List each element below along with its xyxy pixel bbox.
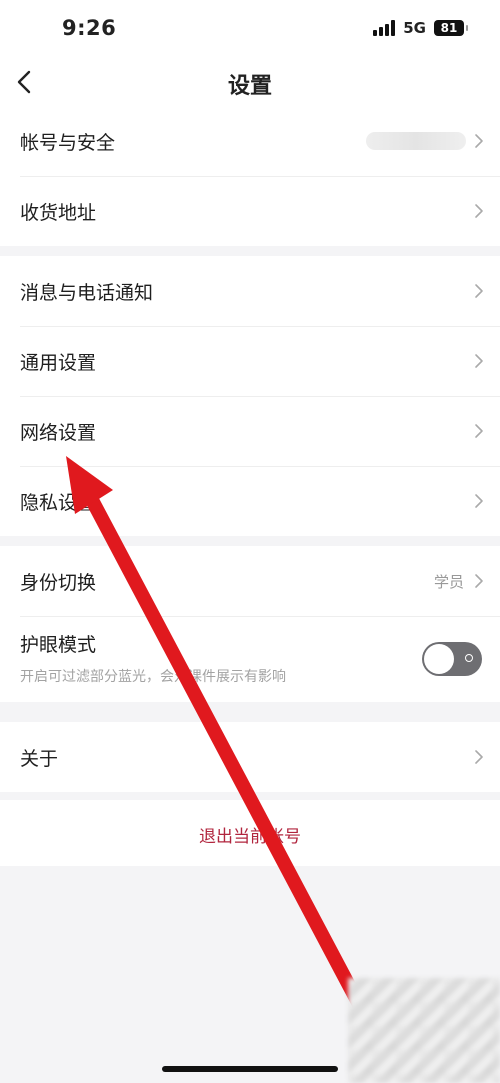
- settings-row-eye-protection: 护眼模式 开启可过滤部分蓝光，会对课件展示有影响: [0, 616, 500, 702]
- status-indicators: 5G 81: [373, 19, 468, 37]
- status-time: 9:26: [62, 16, 117, 40]
- settings-row-shipping-address[interactable]: 收货地址: [0, 176, 500, 246]
- account-value-redacted: [366, 132, 466, 150]
- toggle-knob: [424, 644, 454, 674]
- battery-icon: 81: [434, 20, 468, 36]
- toggle-off-icon: [465, 654, 473, 662]
- settings-row-account-security[interactable]: 帐号与安全: [0, 106, 500, 176]
- chevron-right-icon: [475, 494, 483, 508]
- page-title: 设置: [227, 74, 272, 99]
- row-label: 帐号与安全: [20, 132, 116, 154]
- nav-bar: 设置: [0, 58, 500, 106]
- eye-protection-toggle[interactable]: [422, 642, 482, 676]
- row-subtitle: 开启可过滤部分蓝光，会对课件展示有影响: [20, 669, 286, 685]
- settings-group-general: 消息与电话通知 通用设置 网络设置 隐私设置: [0, 256, 500, 536]
- settings-row-privacy-settings[interactable]: 隐私设置: [0, 466, 500, 536]
- settings-group-identity: 身份切换 学员 护眼模式 开启可过滤部分蓝光，会对课件展示有影响: [0, 546, 500, 702]
- settings-group-account: 帐号与安全 收货地址: [0, 106, 500, 246]
- row-label: 护眼模式: [20, 634, 97, 656]
- chevron-right-icon: [475, 424, 483, 438]
- chevron-right-icon: [475, 204, 483, 218]
- settings-row-network-settings[interactable]: 网络设置: [0, 396, 500, 466]
- settings-row-about[interactable]: 关于: [0, 722, 500, 792]
- row-label: 消息与电话通知: [20, 282, 154, 304]
- row-label: 身份切换: [20, 572, 97, 594]
- chevron-right-icon: [475, 284, 483, 298]
- row-label: 关于: [20, 748, 59, 770]
- network-type: 5G: [403, 19, 426, 37]
- settings-row-identity-switch[interactable]: 身份切换 学员: [0, 546, 500, 616]
- home-indicator: [162, 1066, 338, 1072]
- settings-group-about: 关于: [0, 722, 500, 792]
- row-label: 通用设置: [20, 352, 97, 374]
- settings-row-general-settings[interactable]: 通用设置: [0, 326, 500, 396]
- chevron-right-icon: [475, 574, 483, 588]
- identity-value: 学员: [433, 573, 464, 591]
- chevron-right-icon: [475, 354, 483, 368]
- row-label: 隐私设置: [20, 492, 97, 514]
- row-label: 收货地址: [20, 202, 97, 224]
- settings-row-notifications[interactable]: 消息与电话通知: [0, 256, 500, 326]
- row-label: 网络设置: [20, 422, 97, 444]
- chevron-right-icon: [475, 750, 483, 764]
- mosaic-watermark: [348, 978, 500, 1083]
- signal-icon: [373, 20, 396, 36]
- status-bar: 9:26 5G 81: [0, 0, 500, 58]
- chevron-right-icon: [475, 134, 483, 148]
- logout-label: 退出当前帐号: [199, 827, 301, 847]
- logout-button[interactable]: 退出当前帐号: [0, 800, 500, 866]
